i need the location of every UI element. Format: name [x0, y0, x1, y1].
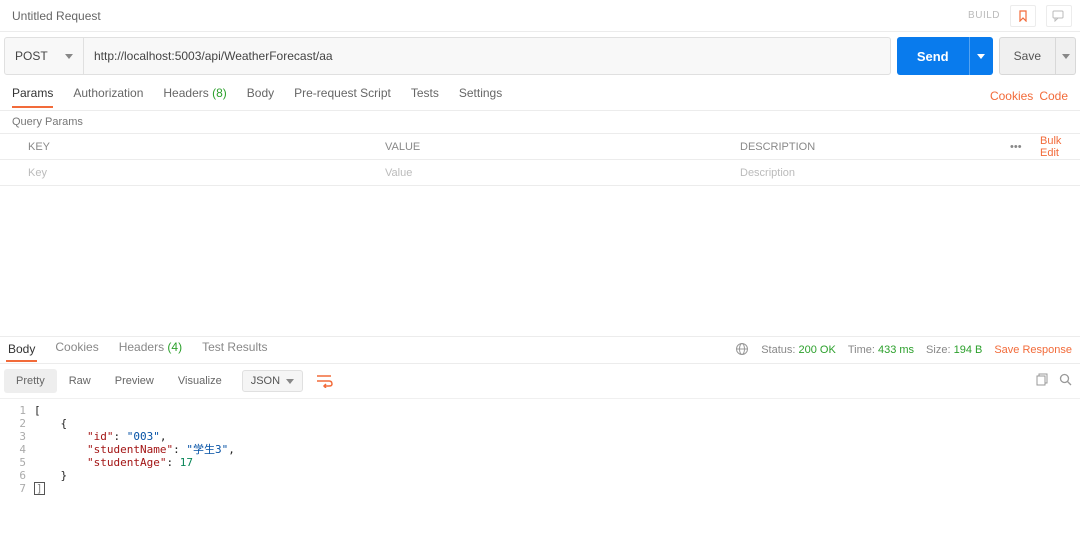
format-select[interactable]: JSON [242, 370, 303, 392]
save-response-link[interactable]: Save Response [994, 344, 1072, 356]
response-body-viewer[interactable]: 1 2 3 4 5 6 7 [ { "id": "003", "studentN… [0, 398, 1080, 494]
url-input-container[interactable] [84, 37, 891, 75]
chevron-down-icon [286, 379, 294, 384]
status-meta: Status: 200 OK [761, 344, 836, 356]
col-header-value: VALUE [375, 141, 730, 153]
format-value: JSON [251, 375, 280, 387]
tab-tests[interactable]: Tests [411, 86, 439, 108]
param-value-input[interactable] [385, 167, 720, 179]
wrap-lines-button[interactable] [311, 369, 339, 393]
build-label[interactable]: BUILD [968, 10, 1000, 21]
size-meta: Size: 194 B [926, 344, 982, 356]
tab-authorization[interactable]: Authorization [73, 86, 143, 108]
col-header-key: KEY [0, 141, 375, 153]
view-preview[interactable]: Preview [103, 369, 166, 393]
line-gutter: 1 2 3 4 5 6 7 [0, 399, 34, 494]
send-button[interactable]: Send [897, 37, 969, 75]
resp-headers-label: Headers [119, 340, 164, 354]
params-table: KEY VALUE DESCRIPTION ••• Bulk Edit [0, 133, 1080, 186]
response-tab-cookies[interactable]: Cookies [53, 340, 100, 360]
tab-headers[interactable]: Headers (8) [163, 86, 226, 108]
send-dropdown[interactable] [969, 37, 993, 75]
view-raw[interactable]: Raw [57, 369, 103, 393]
query-params-label: Query Params [0, 111, 1080, 133]
bulk-edit-link[interactable]: Bulk Edit [1030, 135, 1080, 159]
chevron-down-icon [1062, 54, 1070, 59]
search-icon[interactable] [1059, 373, 1072, 389]
more-actions[interactable]: ••• [1000, 141, 1030, 153]
tab-params[interactable]: Params [12, 86, 53, 108]
save-button[interactable]: Save [999, 37, 1056, 75]
param-key-input[interactable] [28, 167, 365, 179]
url-input[interactable] [94, 49, 880, 63]
chevron-down-icon [65, 54, 73, 59]
request-tab-title: Untitled Request [12, 9, 101, 23]
globe-icon[interactable] [735, 342, 749, 359]
cookies-link[interactable]: Cookies [990, 89, 1033, 103]
response-tab-testresults[interactable]: Test Results [200, 340, 269, 360]
save-dropdown[interactable] [1056, 37, 1076, 75]
tab-settings[interactable]: Settings [459, 86, 502, 108]
response-tab-body[interactable]: Body [6, 342, 37, 362]
spacer [0, 186, 1080, 336]
chevron-down-icon [977, 54, 985, 59]
headers-label: Headers [163, 86, 208, 100]
tab-body[interactable]: Body [247, 86, 274, 108]
param-description-input[interactable] [740, 167, 990, 179]
bookmark-icon[interactable] [1010, 5, 1036, 27]
time-meta: Time: 433 ms [848, 344, 914, 356]
code-link[interactable]: Code [1039, 89, 1068, 103]
headers-count: (8) [212, 86, 227, 100]
tab-prerequest[interactable]: Pre-request Script [294, 86, 391, 108]
response-tab-headers[interactable]: Headers (4) [117, 340, 184, 360]
param-row[interactable] [0, 160, 1080, 186]
copy-icon[interactable] [1036, 373, 1049, 389]
code-content: [ { "id": "003", "studentName": "学生3", "… [34, 399, 235, 494]
view-visualize[interactable]: Visualize [166, 369, 234, 393]
method-value: POST [15, 49, 48, 63]
http-method-select[interactable]: POST [4, 37, 84, 75]
resp-headers-count: (4) [167, 340, 182, 354]
comments-icon[interactable] [1046, 5, 1072, 27]
col-header-description: DESCRIPTION [730, 141, 1000, 153]
view-pretty[interactable]: Pretty [4, 369, 57, 393]
